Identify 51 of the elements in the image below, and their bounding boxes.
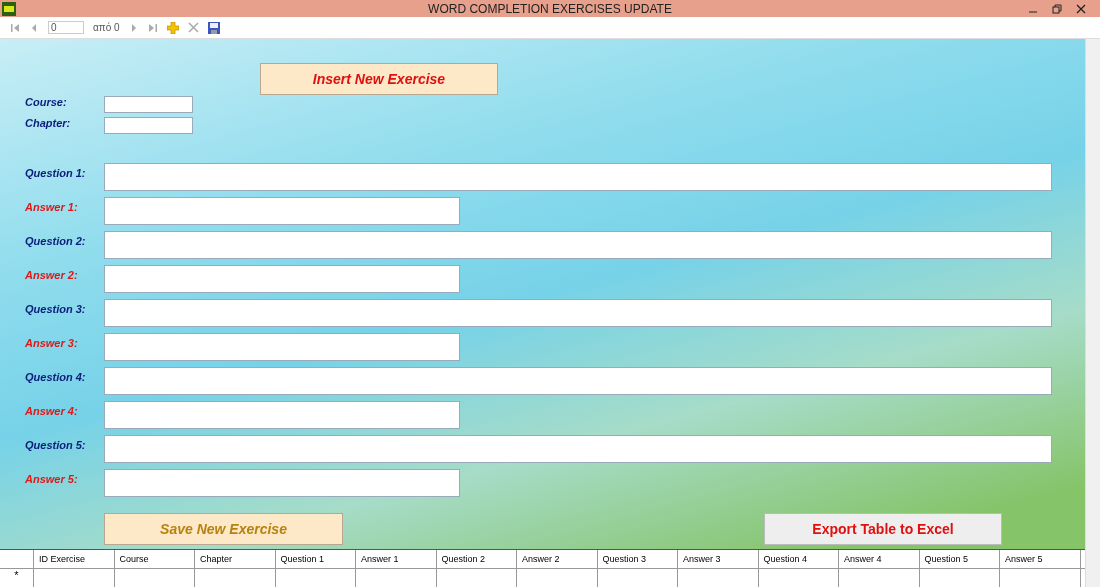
column-header[interactable]: Answer 3	[678, 550, 759, 568]
question-label: Question 2:	[24, 235, 87, 247]
column-header[interactable]: Chapter	[195, 550, 276, 568]
answer-label: Answer 2:	[24, 269, 79, 281]
export-excel-button[interactable]: Export Table to Excel	[764, 513, 1002, 545]
question-label: Question 4:	[24, 371, 87, 383]
add-icon[interactable]	[166, 21, 179, 34]
input-field[interactable]	[104, 117, 193, 134]
answer-label: Answer 4:	[24, 405, 79, 417]
column-header[interactable]: ID Exercise	[34, 550, 115, 568]
answer-label: Answer 1:	[24, 201, 79, 213]
answer-label: Answer 5:	[24, 473, 79, 485]
question-field[interactable]	[104, 299, 1052, 327]
question-field[interactable]	[104, 163, 1052, 191]
column-header[interactable]: Question 1	[275, 550, 356, 568]
column-header[interactable]: Course	[114, 550, 195, 568]
answer-label: Answer 3:	[24, 337, 79, 349]
app-icon	[2, 1, 16, 16]
record-count-label: από 0	[93, 22, 120, 33]
column-header[interactable]: Answer 4	[839, 550, 920, 568]
delete-icon[interactable]	[187, 22, 199, 33]
question-field[interactable]	[104, 231, 1052, 259]
question-label: Question 1:	[24, 167, 87, 179]
close-icon[interactable]	[1076, 3, 1086, 14]
question-label: Question 5:	[24, 439, 87, 451]
position-field[interactable]: 0	[48, 21, 84, 34]
question-label: Question 3:	[24, 303, 87, 315]
restore-icon[interactable]	[1052, 3, 1062, 14]
column-header[interactable]: Question 5	[919, 550, 1000, 568]
answer-field[interactable]	[104, 333, 460, 361]
field-label: Chapter:	[24, 117, 72, 129]
answer-field[interactable]	[104, 265, 460, 293]
save-icon[interactable]	[207, 21, 220, 34]
field-label: Course:	[24, 96, 68, 108]
question-field[interactable]	[104, 435, 1052, 463]
input-field[interactable]	[104, 96, 193, 113]
insert-exercise-button[interactable]: Insert New Exercise	[260, 63, 498, 95]
column-header[interactable]: Answer 5	[1000, 550, 1081, 568]
first-record-icon[interactable]	[10, 22, 20, 33]
last-record-icon[interactable]	[147, 22, 158, 33]
column-header[interactable]: Question 2	[436, 550, 517, 568]
question-field[interactable]	[104, 367, 1052, 395]
column-header[interactable]: Question 4	[758, 550, 839, 568]
column-header[interactable]: Answer 1	[356, 550, 437, 568]
column-header[interactable]: Question 3	[597, 550, 678, 568]
answer-field[interactable]	[104, 197, 460, 225]
window-title: WORD COMPLETION EXERCISES UPDATE	[428, 1, 672, 16]
answer-field[interactable]	[104, 401, 460, 429]
column-header[interactable]: Answer 2	[517, 550, 598, 568]
scrollbar[interactable]	[1085, 39, 1100, 587]
answer-field[interactable]	[104, 469, 460, 497]
